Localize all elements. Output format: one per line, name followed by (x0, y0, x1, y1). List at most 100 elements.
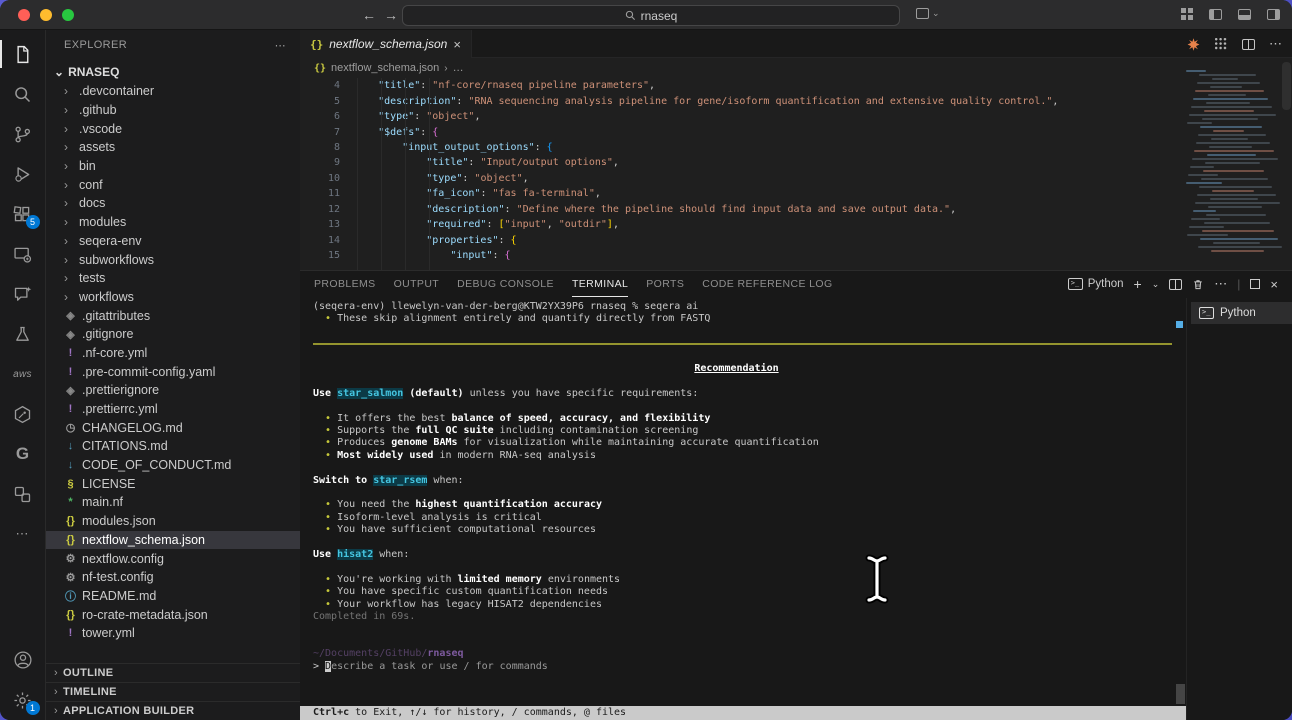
tree-folder-.github[interactable]: ›.github (46, 101, 300, 120)
activity-more-views[interactable]: ⋯ (0, 514, 46, 554)
panel-tab-debug-console[interactable]: DEBUG CONSOLE (457, 271, 554, 297)
code-editor[interactable]: 4 "title": "nf-core/rnaseq pipeline para… (300, 78, 1186, 270)
tree-file-.pre-commit-config.yaml[interactable]: !.pre-commit-config.yaml (46, 362, 300, 381)
tree-file-ro-crate-metadata.json[interactable]: {}ro-crate-metadata.json (46, 605, 300, 624)
terminal-output[interactable]: (seqera-env) llewelyn-van-der-berg@KTW2Y… (300, 298, 1186, 706)
minimap-line (1188, 174, 1218, 176)
terminal-scrollbar[interactable] (1176, 684, 1185, 704)
activity-extensions[interactable]: 5 (0, 194, 46, 234)
activity-containers[interactable] (0, 474, 46, 514)
toggle-secondary-sidebar-icon[interactable] (1267, 9, 1280, 20)
tab-nextflow-schema[interactable]: {} nextflow_schema.json × (300, 30, 472, 58)
section-timeline[interactable]: ›TIMELINE (46, 682, 300, 701)
ellipsis-icon: ⋯ (16, 526, 30, 542)
activity-hexagon-extension[interactable] (0, 394, 46, 434)
forward-icon[interactable]: → (384, 7, 398, 23)
tree-folder-bin[interactable]: ›bin (46, 157, 300, 176)
tree-file-CODE_OF_CONDUCT.md[interactable]: ↓CODE_OF_CONDUCT.md (46, 456, 300, 475)
tree-folder-conf[interactable]: ›conf (46, 175, 300, 194)
zoom-window-button[interactable] (62, 9, 74, 21)
section-outline[interactable]: ›OUTLINE (46, 663, 300, 682)
chevron-right-icon: › (54, 686, 58, 698)
close-tab-icon[interactable]: × (453, 37, 461, 52)
settings-button[interactable]: 1 (0, 680, 46, 720)
tree-file-LICENSE[interactable]: §LICENSE (46, 474, 300, 493)
minimap-line (1209, 146, 1252, 148)
tree-folder-workflows[interactable]: ›workflows (46, 288, 300, 307)
toggle-sidebar-icon[interactable] (1209, 9, 1222, 20)
toggle-panel-icon[interactable] (1238, 9, 1251, 20)
more-actions-icon[interactable]: ⋯ (1214, 276, 1227, 292)
line-number: 10 (300, 173, 340, 184)
editor-layout-icon[interactable] (1181, 8, 1193, 20)
tree-file-.gitattributes[interactable]: ◈.gitattributes (46, 306, 300, 325)
activity-source-control[interactable] (0, 114, 46, 154)
tree-folder-seqera-env[interactable]: ›seqera-env (46, 232, 300, 251)
tree-file-nextflow.config[interactable]: ⚙nextflow.config (46, 549, 300, 568)
breadcrumb[interactable]: {} nextflow_schema.json › … (300, 58, 1292, 78)
account-button[interactable] (0, 640, 46, 680)
tree-folder-tests[interactable]: ›tests (46, 269, 300, 288)
minimap-line (1187, 122, 1212, 124)
tree-file-.gitignore[interactable]: ◈.gitignore (46, 325, 300, 344)
close-panel-icon[interactable]: × (1270, 277, 1278, 292)
new-terminal-icon[interactable]: + (1134, 276, 1142, 292)
back-icon[interactable]: ← (362, 7, 376, 23)
minimap-line (1202, 230, 1274, 232)
panel-tab-terminal[interactable]: TERMINAL (572, 271, 628, 297)
tree-folder-.devcontainer[interactable]: ›.devcontainer (46, 82, 300, 101)
maximize-panel-icon[interactable] (1250, 279, 1260, 289)
minimap-line (1186, 182, 1222, 184)
chevron-down-icon[interactable]: ⌄ (1152, 279, 1160, 290)
tree-folder-modules[interactable]: ›modules (46, 213, 300, 232)
tree-file-.prettierignore[interactable]: ◈.prettierignore (46, 381, 300, 400)
activity-gitlens[interactable]: G (0, 434, 46, 474)
split-editor-icon[interactable] (1242, 39, 1255, 50)
tree-folder-docs[interactable]: ›docs (46, 194, 300, 213)
extensions-badge: 5 (26, 215, 40, 229)
activity-testing[interactable] (0, 314, 46, 354)
tree-file-.prettierrc.yml[interactable]: !.prettierrc.yml (46, 400, 300, 419)
session-dropdown[interactable]: ⌄ (916, 8, 940, 19)
trash-icon[interactable] (1192, 278, 1204, 291)
panel-tab-output[interactable]: OUTPUT (394, 271, 440, 297)
tree-file-tower.yml[interactable]: !tower.yml (46, 624, 300, 643)
activity-remote-explorer[interactable] (0, 234, 46, 274)
tree-folder-subworkflows[interactable]: ›subworkflows (46, 250, 300, 269)
panel-tab-problems[interactable]: PROBLEMS (314, 271, 376, 297)
tree-file-CHANGELOG.md[interactable]: ◷CHANGELOG.md (46, 418, 300, 437)
tree-file-nextflow_schema.json[interactable]: {}nextflow_schema.json (46, 531, 300, 550)
activity-search[interactable] (0, 74, 46, 114)
schema-outline-icon[interactable] (1215, 38, 1228, 51)
tree-file-CITATIONS.md[interactable]: ↓CITATIONS.md (46, 437, 300, 456)
terminal-tab-python[interactable]: >_ Python (1191, 302, 1292, 324)
activity-aws[interactable]: aws (0, 354, 46, 394)
flame-run-icon[interactable] (1186, 37, 1201, 52)
tree-file-main.nf[interactable]: *main.nf (46, 493, 300, 512)
tree-root-rnaseq[interactable]: ⌄ RNASEQ (46, 62, 300, 82)
tree-file-nf-test.config[interactable]: ⚙nf-test.config (46, 568, 300, 587)
tree-folder-assets[interactable]: ›assets (46, 138, 300, 157)
split-terminal-icon[interactable] (1169, 279, 1182, 290)
panel-tab-code-reference-log[interactable]: CODE REFERENCE LOG (702, 271, 832, 297)
terminal-line (313, 624, 1186, 636)
activity-explorer[interactable] (0, 34, 46, 74)
activity-run-debug[interactable] (0, 154, 46, 194)
close-window-button[interactable] (18, 9, 30, 21)
tree-file-README.md[interactable]: ⓘREADME.md (46, 587, 300, 606)
section-application-builder[interactable]: ›APPLICATION BUILDER (46, 701, 300, 720)
terminal-profile-label[interactable]: >_ Python (1068, 278, 1124, 290)
editor-scrollbar[interactable] (1282, 62, 1291, 110)
minimap-line (1195, 90, 1264, 92)
code-line-9: 9 "title": "Input/output options", (300, 155, 1186, 170)
tree-file-modules.json[interactable]: {}modules.json (46, 512, 300, 531)
activity-chat[interactable] (0, 274, 46, 314)
tree-folder-.vscode[interactable]: ›.vscode (46, 119, 300, 138)
explorer-more-icon[interactable]: ⋯ (275, 39, 286, 52)
minimize-window-button[interactable] (40, 9, 52, 21)
minimap[interactable] (1186, 70, 1286, 266)
tree-file-.nf-core.yml[interactable]: !.nf-core.yml (46, 344, 300, 363)
panel-tab-ports[interactable]: PORTS (646, 271, 684, 297)
command-center-search[interactable]: rnaseq (402, 5, 900, 26)
more-actions-icon[interactable]: ⋯ (1269, 36, 1282, 52)
